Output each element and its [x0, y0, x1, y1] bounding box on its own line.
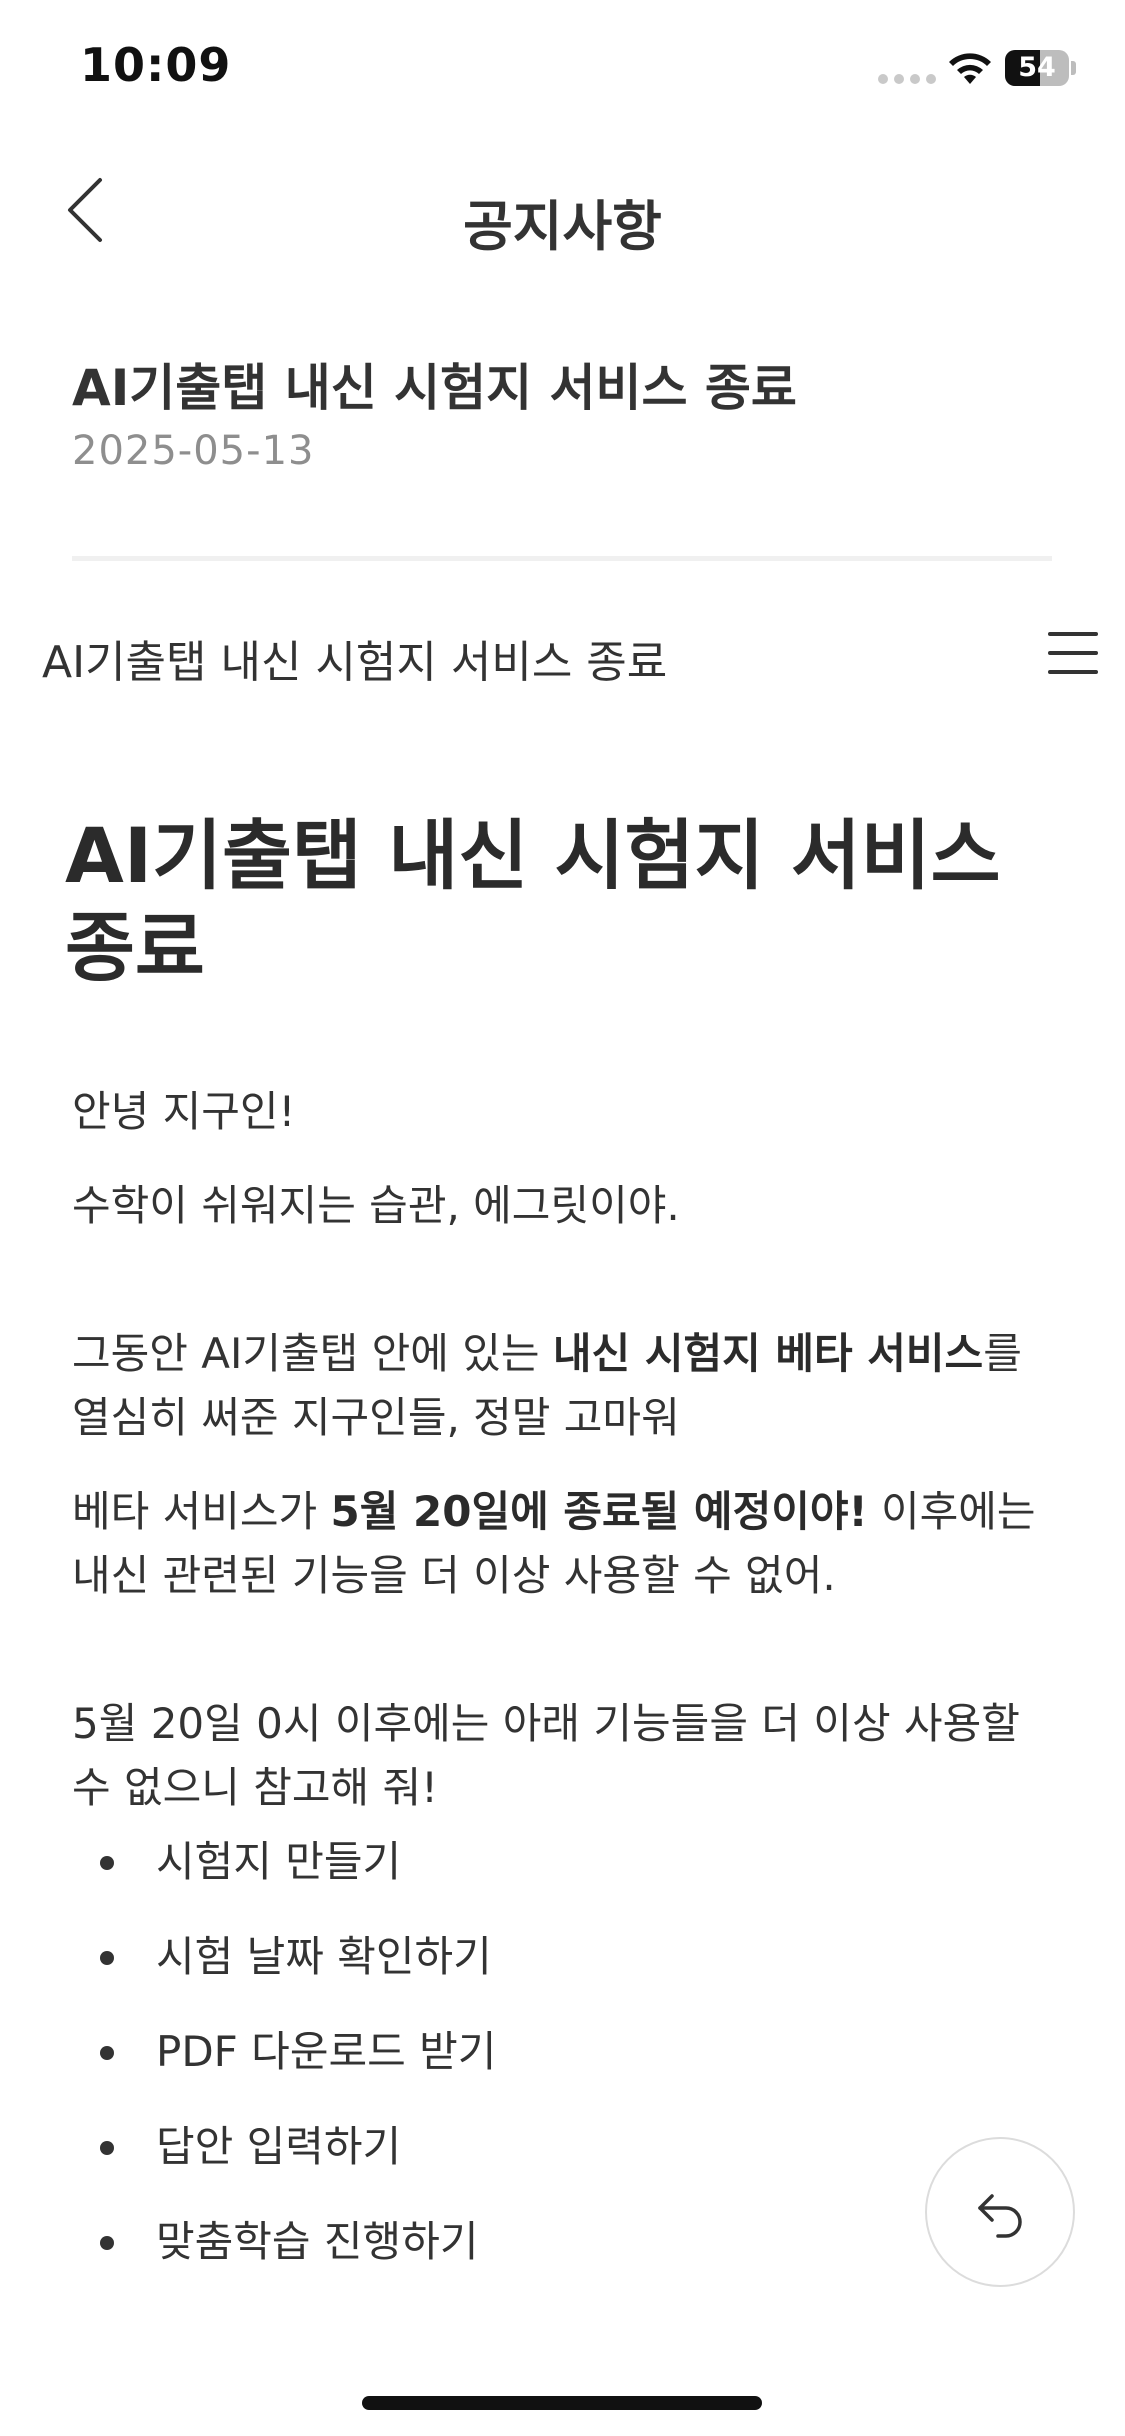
intro-line: 수학이 쉬워지는 습관, 에그릿이야.: [72, 1181, 680, 1230]
list-item: 맞춤학습 진행하기: [72, 2210, 1062, 2305]
greeting-line: 안녕 지구인!: [72, 1087, 296, 1136]
home-indicator[interactable]: [362, 2396, 762, 2410]
notice-date: 2025-05-13: [72, 428, 315, 474]
list-item: PDF 다운로드 받기: [72, 2020, 1062, 2115]
hamburger-menu-icon[interactable]: [1048, 630, 1102, 676]
floating-back-button[interactable]: [925, 2137, 1075, 2287]
cellular-signal-icon: [878, 74, 936, 84]
document-body: 안녕 지구인! 수학이 쉬워지는 습관, 에그릿이야. 그동안 AI기출탭 안에…: [72, 1080, 1062, 2305]
unavailable-features-paragraph: 5월 20일 0시 이후에는 아래 기능들을 더 이상 사용할 수 없으니 참고…: [72, 1699, 1020, 1812]
status-time: 10:09: [80, 38, 232, 92]
thanks-paragraph: 그동안 AI기출탭 안에 있는 내신 시험지 베타 서비스를 열심히 써준 지구…: [72, 1329, 1022, 1442]
document-toolbar-title: AI기출탭 내신 시험지 서비스 종료: [42, 637, 668, 688]
notice-detail-screen: 10:09 54 공지사항 AI기출탭 내신 시험지 서비스 종료 2025-0…: [0, 0, 1125, 2436]
feature-list: 시험지 만들기 시험 날짜 확인하기 PDF 다운로드 받기 답안 입력하기 맞…: [72, 1830, 1062, 2305]
notice-title: AI기출탭 내신 시험지 서비스 종료: [72, 359, 797, 417]
battery-icon: 54: [1005, 50, 1076, 86]
list-item: 답안 입력하기: [72, 2115, 1062, 2210]
battery-level: 54: [1018, 52, 1056, 83]
list-item: 시험 날짜 확인하기: [72, 1925, 1062, 2020]
page-title: 공지사항: [463, 195, 662, 258]
undo-arrow-icon: [978, 2194, 1022, 2238]
wifi-icon: [949, 53, 991, 84]
end-date-paragraph: 베타 서비스가 5월 20일에 종료될 예정이야! 이후에는 내신 관련된 기능…: [72, 1487, 1036, 1600]
list-item: 시험지 만들기: [72, 1830, 1062, 1925]
divider: [72, 556, 1052, 561]
document-heading: AI기출탭 내신 시험지 서비스 종료: [65, 811, 1001, 992]
status-bar: 10:09 54: [0, 0, 1125, 140]
